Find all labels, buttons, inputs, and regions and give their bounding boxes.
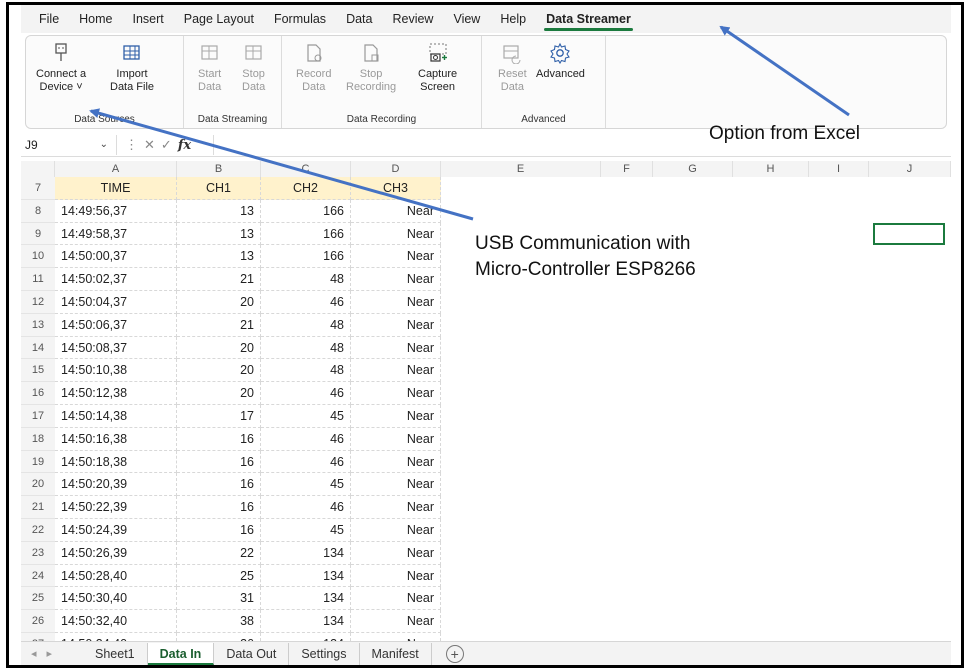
annotation-usb-line2: Micro-Controller ESP8266 [475, 259, 696, 280]
screenshot-frame: File Home Insert Page Layout Formulas Da… [6, 2, 964, 668]
annotation-usb-line1: USB Communication with [475, 233, 691, 254]
annotation-excel-option: Option from Excel [709, 123, 860, 144]
arrow-to-connect-device [89, 108, 474, 221]
annotation-arrows [89, 25, 850, 221]
arrow-to-data-streamer-tab [719, 25, 850, 117]
excel-window: File Home Insert Page Layout Formulas Da… [21, 5, 951, 665]
